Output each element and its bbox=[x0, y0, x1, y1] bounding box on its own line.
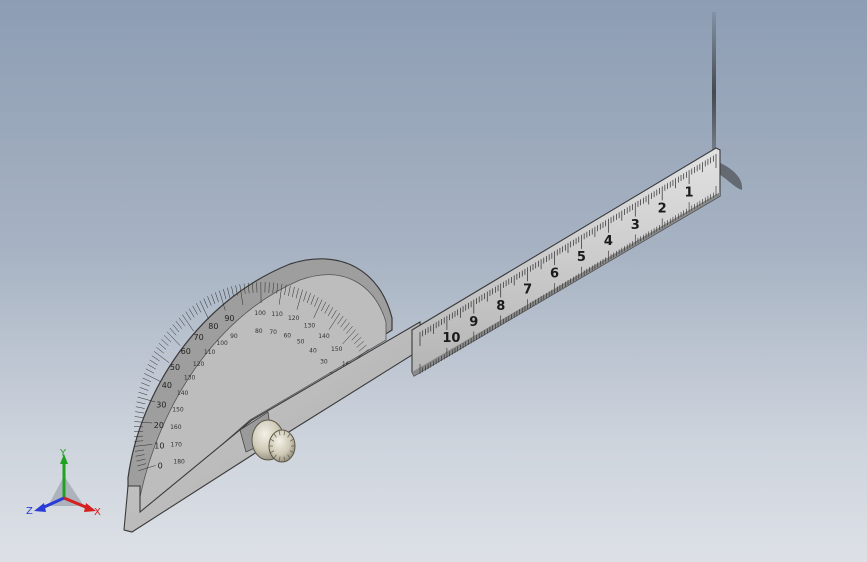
degree-outer-label: 0 bbox=[158, 461, 163, 470]
degree-inner-label: 40 bbox=[309, 347, 317, 354]
ruler-number-label: 2 bbox=[658, 202, 667, 217]
x-axis-label: X bbox=[94, 507, 101, 518]
degree-outer-label: 70 bbox=[194, 333, 204, 342]
z-axis-arrowhead-icon bbox=[34, 503, 46, 512]
ruler-blade[interactable]: 1 2 3 4 5 6 7 8 9 10 bbox=[411, 147, 721, 377]
degree-outer-label: 30 bbox=[156, 401, 166, 410]
degree-inner-label: 50 bbox=[297, 339, 305, 346]
z-axis-label: Z bbox=[26, 506, 33, 517]
ruler-number-label: 9 bbox=[469, 315, 478, 330]
degree-inner-label: 100 bbox=[216, 340, 228, 347]
degree-outer-label: 130 bbox=[304, 323, 316, 330]
degree-inner-label: 90 bbox=[230, 333, 238, 340]
degree-outer-label: 120 bbox=[288, 315, 300, 322]
ruler-number-label: 8 bbox=[496, 299, 505, 314]
degree-inner-label: 160 bbox=[170, 424, 182, 431]
ruler-number-label: 4 bbox=[604, 234, 613, 249]
degree-outer-label: 60 bbox=[181, 347, 191, 356]
degree-inner-label: 150 bbox=[172, 407, 184, 414]
degree-outer-label: 90 bbox=[224, 314, 234, 323]
ruler-number-label: 6 bbox=[550, 266, 559, 281]
degree-inner-label: 180 bbox=[173, 458, 185, 465]
degree-outer-label: 110 bbox=[271, 311, 283, 318]
degree-outer-label: 100 bbox=[254, 310, 266, 317]
degree-outer-label: 20 bbox=[154, 421, 164, 430]
degree-inner-label: 170 bbox=[171, 441, 183, 448]
degree-outer-label: 40 bbox=[162, 381, 172, 390]
degree-inner-label: 60 bbox=[283, 332, 291, 339]
degree-inner-label: 120 bbox=[193, 361, 205, 368]
ruler-number-label: 10 bbox=[442, 331, 460, 346]
ruler-number-label: 3 bbox=[631, 218, 640, 233]
graphics-viewport[interactable]: 90 80 70 60 50 40 30 20 10 0 90 100 110 120 130 140 150 1… bbox=[0, 0, 867, 562]
degree-inner-label: 110 bbox=[204, 349, 216, 356]
degree-outer-label: 140 bbox=[318, 333, 330, 340]
ruler-number-label: 5 bbox=[577, 250, 586, 265]
degree-inner-label: 80 bbox=[255, 328, 263, 335]
ruler-number-label: 7 bbox=[523, 283, 532, 298]
degree-outer-label: 80 bbox=[208, 322, 218, 331]
protractor-model[interactable]: 9080706050403020100901001101201301401501… bbox=[0, 0, 867, 562]
degree-inner-label: 70 bbox=[269, 329, 277, 336]
axis-triad[interactable]: Y X Z bbox=[26, 448, 106, 522]
degree-outer-label: 150 bbox=[331, 346, 343, 353]
degree-inner-label: 30 bbox=[320, 359, 328, 366]
degree-outer-label: 50 bbox=[170, 363, 180, 372]
degree-inner-label: 130 bbox=[184, 375, 196, 382]
ruler-number-label: 1 bbox=[685, 186, 694, 201]
y-axis-label: Y bbox=[59, 448, 67, 459]
degree-outer-label: 10 bbox=[154, 441, 164, 450]
degree-inner-label: 140 bbox=[177, 390, 189, 397]
